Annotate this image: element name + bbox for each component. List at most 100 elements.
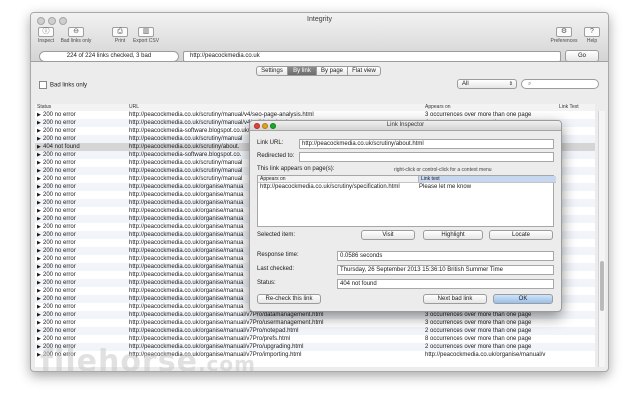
column-header-link-text[interactable]: Link Text [559,104,579,110]
filter-select[interactable]: All ⇕ [457,79,517,89]
highlight-button[interactable]: Highlight [423,230,483,240]
appears-on-cell: 3 occurrences over more than one page [425,320,532,326]
disclosure-triangle-icon[interactable]: ▶ [37,191,41,199]
appears-on-pages-label: This link appears on page(s): [257,166,335,172]
table-row[interactable]: ▶ 200 no error http://peacockmedia.co.uk/s… [35,111,595,119]
disclosure-triangle-icon[interactable]: ▶ [37,255,41,263]
disclosure-triangle-icon[interactable]: ▶ [37,159,41,167]
status-cell: 404 not found [43,144,80,150]
tab-by-link[interactable]: By link [287,66,317,76]
disclosure-triangle-icon[interactable]: ▶ [37,215,41,223]
preferences-button[interactable]: ⚙ Preferences [549,27,579,44]
recheck-link-button[interactable]: Re-check this link [257,294,321,304]
window-title: Integrity [307,16,332,23]
print-button[interactable]: ⎙ Print [109,27,131,44]
disclosure-triangle-icon[interactable]: ▶ [37,183,41,191]
column-header-url[interactable]: URL [129,104,139,110]
disclosure-triangle-icon[interactable]: ▶ [37,287,41,295]
disclosure-triangle-icon[interactable]: ▶ [37,135,41,143]
disclosure-triangle-icon[interactable]: ▶ [37,207,41,215]
disclosure-triangle-icon[interactable]: ▶ [37,263,41,271]
disclosure-triangle-icon[interactable]: ▶ [37,295,41,303]
checkbox-box[interactable] [39,81,47,89]
status-cell: 200 no error [43,336,76,342]
next-bad-link-button[interactable]: Next bad link [423,294,487,304]
link-inspector-panel: Link Inspector Link URL: http://peacockm… [249,120,562,312]
status-cell: 200 no error [43,312,76,318]
url-field[interactable]: http://peacockmedia.co.uk [183,51,561,62]
table-row[interactable]: ▶ 200 no error http://peacockmedia.co.uk/o… [35,327,595,335]
disclosure-triangle-icon[interactable]: ▶ [37,239,41,247]
column-header-appears-on-page[interactable]: Appears on [258,176,420,183]
column-header-appears-on[interactable]: Appears on [425,104,451,110]
status-cell: 200 no error [43,160,76,166]
status-cell: 200 no error [43,288,76,294]
link-text-cell[interactable]: Please let me know [419,184,471,190]
status-cell: 200 no error [43,272,76,278]
disclosure-triangle-icon[interactable]: ▶ [37,143,41,151]
table-row[interactable]: ▶ 200 no error http://peacockmedia.co.uk/o… [35,335,595,343]
vertical-scrollbar[interactable] [598,111,605,367]
tab-settings[interactable]: Settings [256,66,288,76]
disclosure-triangle-icon[interactable]: ▶ [37,223,41,231]
status-field: 404 not found [337,279,554,289]
disclosure-triangle-icon[interactable]: ▶ [37,119,41,127]
disclosure-triangle-icon[interactable]: ▶ [37,327,41,335]
chevron-down-icon: ⇕ [508,81,513,87]
appears-on-cell: 8 occurrences over more than one page [425,336,532,342]
last-checked-label: Last checked: [257,266,295,272]
inspect-label: Inspect [37,38,55,44]
disclosure-triangle-icon[interactable]: ▶ [37,151,41,159]
printer-icon: ⎙ [112,27,128,37]
disclosure-triangle-icon[interactable]: ▶ [37,167,41,175]
disclosure-triangle-icon[interactable]: ▶ [37,303,41,311]
last-checked-field: Thursday, 26 September 2013 15:36:10 Bri… [337,265,554,275]
visit-button[interactable]: Visit [361,230,415,240]
disclosure-triangle-icon[interactable]: ▶ [37,319,41,327]
filter-icon: ⊖ [68,27,84,37]
export-csv-button[interactable]: ▥ Export CSV [131,27,161,44]
status-cell: 200 no error [43,304,76,310]
go-button[interactable]: Go [565,50,599,62]
redirected-to-label: Redirected to: [257,153,295,159]
status-cell: 200 no error [43,176,76,182]
status-cell: 200 no error [43,128,76,134]
help-button[interactable]: ? Help [583,27,601,44]
disclosure-triangle-icon[interactable]: ▶ [37,247,41,255]
locate-button[interactable]: Locate [489,230,553,240]
url-cell: http://peacockmedia.co.uk/scrutiny/manua… [129,112,314,118]
appears-on-cell: 2 occurrences over more than one page [425,344,532,350]
scrollbar-thumb[interactable] [600,261,604,311]
context-menu-hint: right-click or control-click for a conte… [394,167,492,173]
disclosure-triangle-icon[interactable]: ▶ [37,175,41,183]
disclosure-triangle-icon[interactable]: ▶ [37,199,41,207]
status-cell: 200 no error [43,192,76,198]
search-input[interactable]: ⌕ [521,79,599,89]
redirected-to-field[interactable] [299,152,554,162]
disclosure-triangle-icon[interactable]: ▶ [37,311,41,319]
tab-flat-view[interactable]: Flat view [347,66,381,76]
table-row[interactable]: ▶ 200 no error http://peacockmedia.co.uk/o… [35,311,595,319]
disclosure-triangle-icon[interactable]: ▶ [37,231,41,239]
bad-links-only-toolbar-button[interactable]: ⊖ Bad links only [59,27,93,44]
status-summary: 224 of 224 links checked, 3 bad [39,51,179,62]
status-cell: 200 no error [43,136,76,142]
bad-links-only-toolbar-label: Bad links only [60,38,92,44]
table-row[interactable]: ▶ 200 no error http://peacockmedia.co.uk/o… [35,319,595,327]
question-icon: ? [584,27,600,37]
appears-on-page-cell[interactable]: http://peacockmedia.co.uk/scrutiny/speci… [260,184,400,190]
bad-links-only-checkbox[interactable]: Bad links only [39,81,129,90]
inspect-button[interactable]: ⓘ Inspect [35,27,57,44]
disclosure-triangle-icon[interactable]: ▶ [37,271,41,279]
disclosure-triangle-icon[interactable]: ▶ [37,111,41,119]
ok-button[interactable]: OK [493,294,553,304]
disclosure-triangle-icon[interactable]: ▶ [37,279,41,287]
column-header-status[interactable]: Status [37,104,51,110]
link-url-field[interactable]: http://peacockmedia.co.uk/scrutiny/about… [299,139,554,149]
tab-by-page[interactable]: By page [316,66,348,76]
column-header-link-text[interactable]: Link text [418,176,556,183]
appears-on-cell: 2 occurrences over more than one page [425,328,532,334]
disclosure-triangle-icon[interactable]: ▶ [37,127,41,135]
watermark-suffix: .com [197,352,256,376]
disclosure-triangle-icon[interactable]: ▶ [37,335,41,343]
